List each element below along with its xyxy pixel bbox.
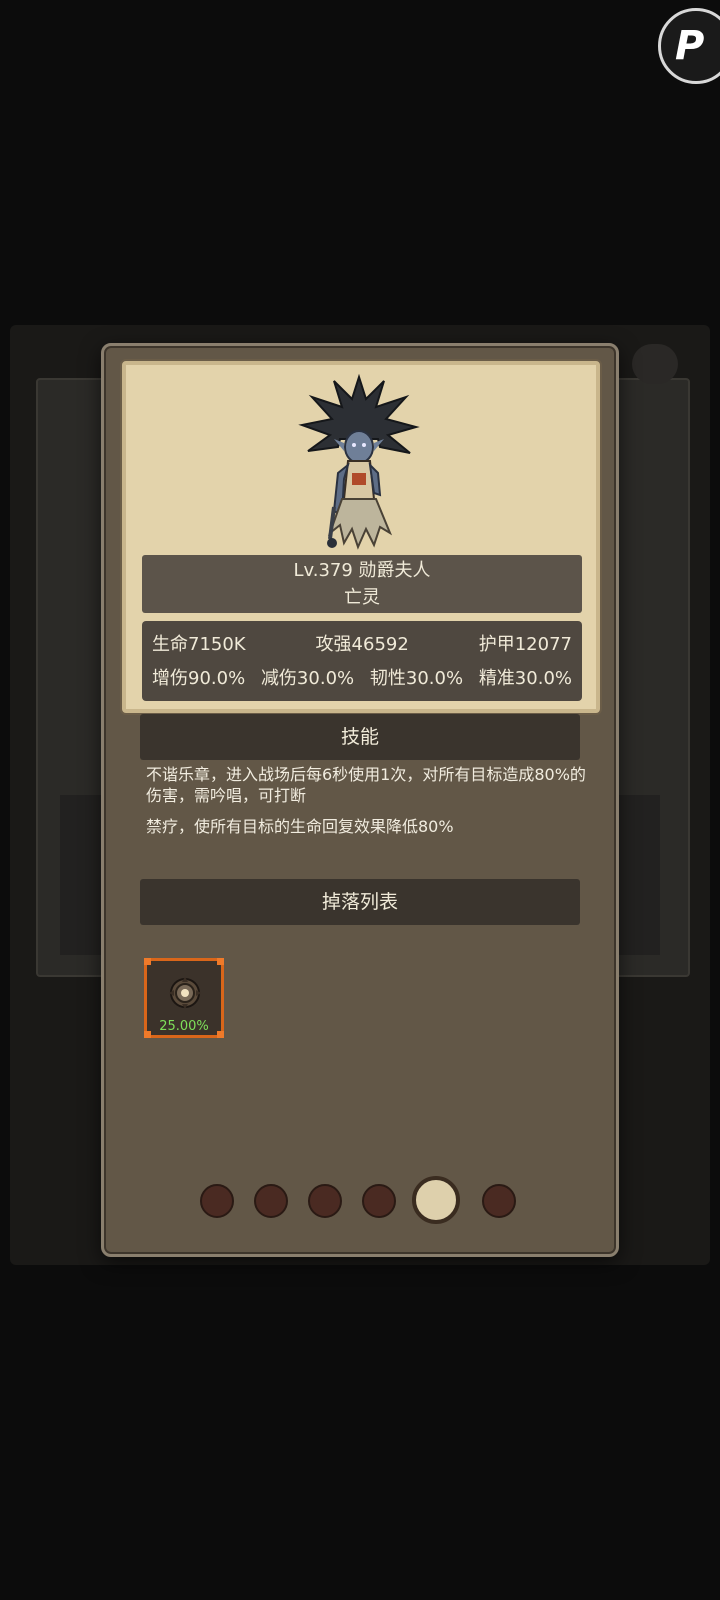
page-dot-5-active[interactable] [412, 1176, 460, 1224]
floating-p-button[interactable]: P [658, 8, 720, 84]
page-dot-1[interactable] [200, 1184, 234, 1218]
stat-damage-boost: 增伤90.0% [152, 668, 246, 689]
page-indicator [200, 1176, 530, 1226]
slot-corner [217, 958, 224, 965]
game-screen: P Lv.379 勋爵夫人 亡灵 生命7150K 攻强46592 护甲12077… [0, 0, 720, 1600]
skills-header-label: 技能 [340, 726, 379, 748]
skill-description-1: 不谐乐章，进入战场后每6秒使用1次，对所有目标造成80%的伤害，需吟唱，可打断 [146, 765, 586, 805]
skill-description-2: 禁疗，使所有目标的生命回复效果降低80% [146, 817, 454, 836]
p-button-label: P [675, 23, 705, 69]
monster-info-modal: Lv.379 勋爵夫人 亡灵 生命7150K 攻强46592 护甲12077 增… [101, 343, 619, 1257]
stat-damage-reduction: 减伤30.0% [260, 668, 355, 689]
gear-amulet-icon [169, 977, 201, 1009]
slot-corner [144, 958, 151, 965]
drop-rate: 25.00% [159, 1019, 209, 1034]
stats-panel: 生命7150K 攻强46592 护甲12077 增伤90.0% 减伤30.0% … [142, 621, 582, 701]
drop-item-slot[interactable]: 25.00% [144, 958, 224, 1038]
page-dot-3[interactable] [308, 1184, 342, 1218]
stat-hp: 生命7150K [152, 634, 246, 655]
stat-attack: 攻强46592 [315, 634, 409, 655]
stat-precision: 精准30.0% [478, 668, 572, 689]
page-dot-4[interactable] [362, 1184, 396, 1218]
monster-type: 亡灵 [344, 587, 380, 608]
stat-tenacity: 韧性30.0% [369, 668, 464, 689]
background-corner-button [632, 344, 678, 384]
monster-level-name: Lv.379 勋爵夫人 [293, 560, 431, 581]
drops-header-label: 掉落列表 [321, 891, 398, 913]
page-dot-2[interactable] [254, 1184, 288, 1218]
stats-row-secondary: 增伤90.0% 减伤30.0% 韧性30.0% 精准30.0% [152, 665, 572, 699]
page-dot-6[interactable] [482, 1184, 516, 1218]
monster-portrait-icon [298, 373, 420, 550]
skills-header: 技能 [140, 714, 580, 760]
drops-header: 掉落列表 [140, 879, 580, 925]
stat-armor: 护甲12077 [478, 634, 572, 655]
portrait-card: Lv.379 勋爵夫人 亡灵 生命7150K 攻强46592 护甲12077 增… [122, 361, 600, 713]
stats-row-primary: 生命7150K 攻强46592 护甲12077 [152, 631, 572, 665]
monster-name-band: Lv.379 勋爵夫人 亡灵 [142, 555, 582, 613]
